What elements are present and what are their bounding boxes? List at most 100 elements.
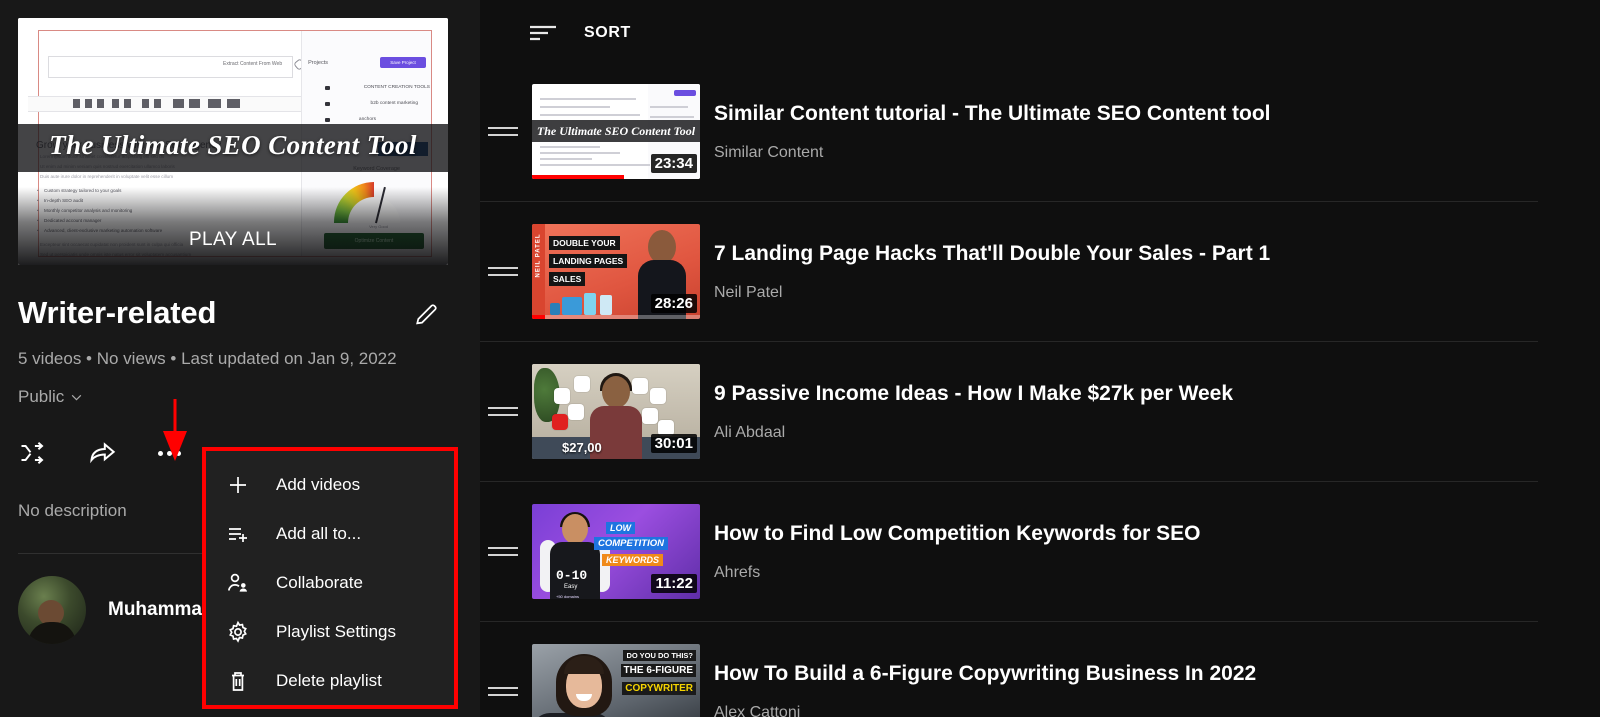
drag-handle-icon[interactable] [488,687,518,696]
person-add-icon [227,573,247,592]
table-row[interactable]: DO YOU DO THIS? THE 6-FIGURE COPYWRITER … [480,622,1538,717]
video-info: How To Build a 6-Figure Copywriting Busi… [714,661,1256,717]
owner-name: Muhamma [108,599,202,620]
thumb-line-2: SALES [549,272,586,286]
menu-item-playlist-settings[interactable]: Playlist Settings [206,607,454,656]
thumb-overlay-text: The Ultimate SEO Content Tool [536,124,696,138]
privacy-label: Public [18,387,65,406]
hero-doc-sidebar-item-0: CONTENT CREATION TOOLS [363,85,430,90]
watch-progress-bar [532,175,700,179]
menu-label-playlist-settings: Playlist Settings [276,621,396,641]
thumb-overlay-text: $27,00 [562,440,602,455]
drag-handle-icon[interactable] [488,127,518,136]
video-channel[interactable]: Ahrefs [714,564,1201,582]
privacy-dropdown[interactable]: Public [18,387,83,407]
video-thumbnail[interactable]: 0-10 Easy +50 domains LOW COMPETITION KE… [532,504,700,599]
thumb-line-0: LOW [606,522,635,534]
video-thumbnail[interactable]: NEIL PATEL DOUBLE YOUR LANDING PAGES SAL… [532,224,700,319]
plus-icon [230,476,246,493]
gear-icon [229,620,247,643]
video-title[interactable]: 7 Landing Page Hacks That'll Double Your… [714,241,1270,267]
playlist-stats: 5 videos • No views • Last updated on Ja… [18,349,397,368]
thumb-line-0: DO YOU DO THIS? [623,650,696,661]
menu-label-add-videos: Add videos [276,474,361,494]
thumb-line-1: LANDING PAGES [549,254,628,268]
menu-label-add-all-to: Add all to... [276,523,362,543]
pencil-icon[interactable] [414,300,440,326]
sort-button[interactable]: SORT [528,22,631,44]
sort-label: SORT [584,24,631,41]
video-thumbnail[interactable]: DO YOU DO THIS? THE 6-FIGURE COPYWRITER [532,644,700,717]
thumb-line-0: DOUBLE YOUR [549,236,620,250]
video-title[interactable]: Similar Content tutorial - The Ultimate … [714,101,1271,127]
shuffle-icon[interactable] [18,439,46,467]
video-info: 9 Passive Income Ideas - How I Make $27k… [714,381,1233,442]
video-channel[interactable]: Neil Patel [714,284,1270,302]
menu-label-delete-playlist: Delete playlist [276,670,382,690]
video-channel[interactable]: Ali Abdaal [714,424,1233,442]
video-title[interactable]: How to Find Low Competition Keywords for… [714,521,1201,547]
video-channel[interactable]: Alex Cattoni [714,704,1256,717]
annotation-arrow-icon [163,399,187,461]
play-all-button[interactable]: PLAY ALL [18,229,448,251]
video-thumbnail[interactable]: $27,00 30:01 [532,364,700,459]
trash-icon [232,671,244,691]
video-channel[interactable]: Similar Content [714,144,1271,162]
video-title[interactable]: 9 Passive Income Ideas - How I Make $27k… [714,381,1233,407]
watch-progress-bar [532,315,700,319]
drag-handle-icon[interactable] [488,407,518,416]
hero-doc-extract-label: Extract Content From Web [223,61,283,67]
add-to-queue-icon [229,527,247,542]
hero-doc-projects-label: Projects [308,60,328,66]
thumb-line-2: COPYWRITER [622,682,696,695]
drag-handle-icon[interactable] [488,267,518,276]
video-list-panel: SORT The Ultimate SEO Content Tool 23:34… [480,0,1600,717]
video-duration: 23:34 [650,153,697,173]
table-row[interactable]: $27,00 30:01 9 Passive Income Ideas - Ho… [480,342,1538,482]
playlist-options-menu[interactable]: Add videos Add all to... Collaborate Pla… [202,447,458,709]
sort-lines-icon [530,25,556,41]
thumb-sub-text: Easy [564,584,578,590]
video-duration: 28:26 [650,293,697,313]
thumb-tiny-text: +50 domains [556,594,580,599]
menu-item-collaborate[interactable]: Collaborate [206,558,454,607]
video-duration: 11:22 [651,573,697,593]
thumb-line-1: THE 6-FIGURE [620,664,696,677]
hero-doc-sidebar-item-2: anchors [358,117,376,122]
video-title[interactable]: How To Build a 6-Figure Copywriting Busi… [714,661,1256,687]
thumb-line-2: KEYWORDS [602,554,664,566]
table-row[interactable]: 0-10 Easy +50 domains LOW COMPETITION KE… [480,482,1538,622]
watch-progress-fill [532,175,625,179]
video-duration: 30:01 [650,433,697,453]
youtube-playlist-page: Extract Content From Web Projects Save P… [0,0,1600,717]
hero-doc-toolbar [28,96,313,112]
table-row[interactable]: NEIL PATEL DOUBLE YOUR LANDING PAGES SAL… [480,202,1538,342]
table-row[interactable]: The Ultimate SEO Content Tool 23:34 Simi… [480,62,1538,202]
hero-doc-sidebar-item-1: b2b content marketing [370,101,418,106]
menu-label-collaborate: Collaborate [276,572,363,592]
hero-doc-body-2: Duis aute irure dolor in reprehenderit i… [40,174,174,179]
playlist-title-row: Writer-related [18,295,448,331]
hero-doc-urlbar [48,56,293,78]
share-arrow-icon[interactable] [88,439,116,467]
thumb-line-1: COMPETITION [594,537,668,550]
thumb-overlay-text: 0-10 [556,568,588,583]
drag-handle-icon[interactable] [488,547,518,556]
video-info: Similar Content tutorial - The Ultimate … [714,101,1271,162]
thumb-brand: NEIL PATEL [535,233,542,278]
menu-item-add-all-to[interactable]: Add all to... [206,509,454,558]
hero-overlay-title: The Ultimate SEO Content Tool [49,130,417,160]
page-title: Writer-related [18,295,217,330]
menu-item-add-videos[interactable]: Add videos [206,460,454,509]
playlist-hero-thumbnail[interactable]: Extract Content From Web Projects Save P… [18,18,448,265]
video-info: 7 Landing Page Hacks That'll Double Your… [714,241,1270,302]
video-info: How to Find Low Competition Keywords for… [714,521,1201,582]
hero-scrim [18,187,448,265]
avatar[interactable] [18,576,86,644]
watch-progress-fill [532,315,546,319]
chevron-down-icon [72,394,82,401]
menu-item-delete-playlist[interactable]: Delete playlist [206,656,454,705]
hero-doc-save-button: Save Project [380,57,426,68]
video-thumbnail[interactable]: The Ultimate SEO Content Tool 23:34 [532,84,700,179]
video-list: The Ultimate SEO Content Tool 23:34 Simi… [480,62,1600,717]
